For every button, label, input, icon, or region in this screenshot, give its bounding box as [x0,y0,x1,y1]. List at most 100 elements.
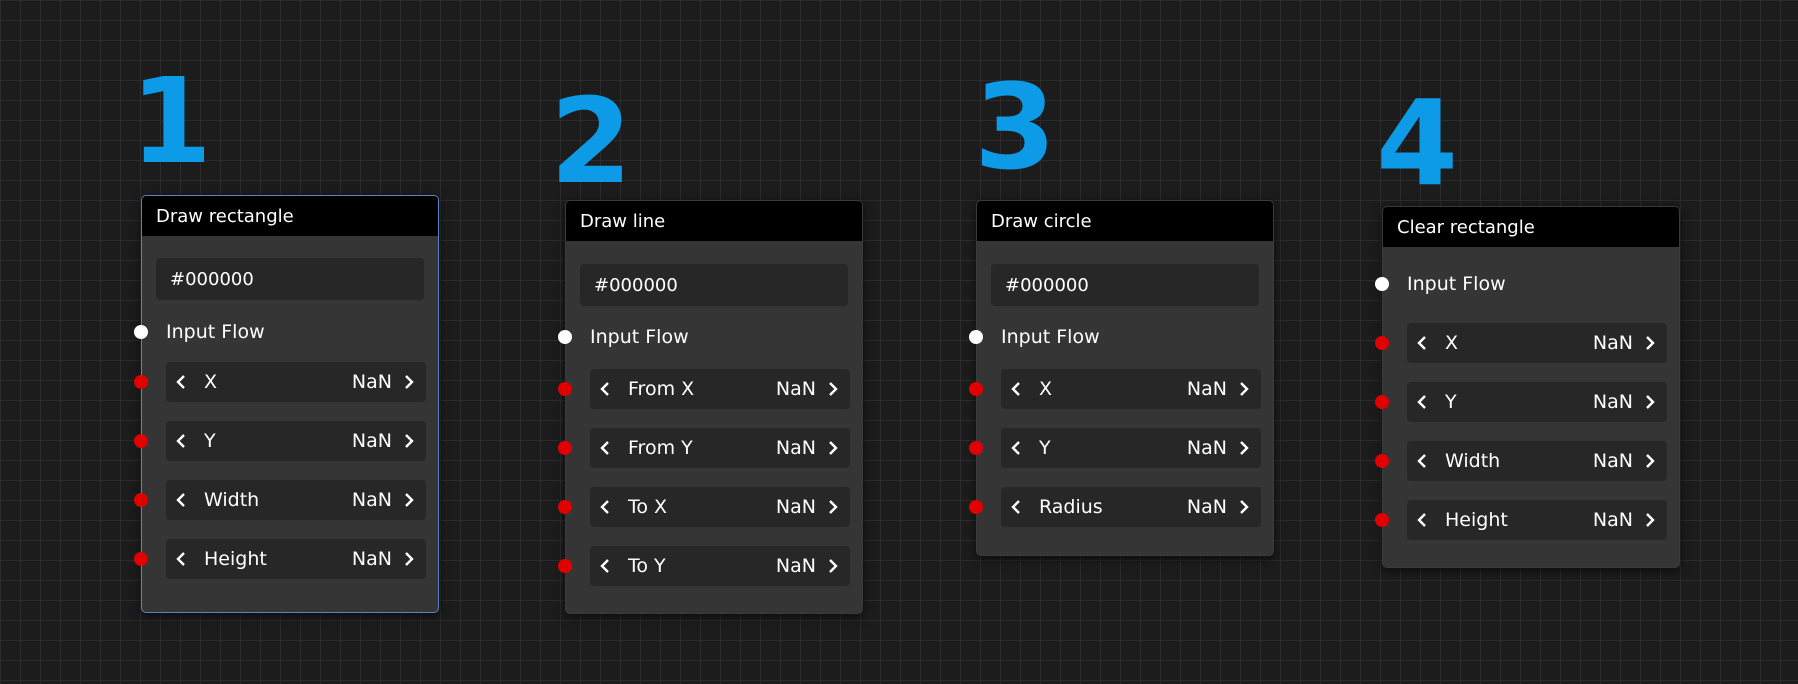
chevron-right-icon[interactable] [820,487,846,527]
node-header[interactable]: Draw line [566,201,862,241]
chevron-right-icon[interactable] [820,546,846,586]
param-value[interactable]: NaN [776,496,816,518]
input-port-icon[interactable] [558,559,572,573]
chevron-left-icon[interactable] [168,539,194,579]
y-stepper[interactable]: Y NaN [1001,428,1261,468]
param-value[interactable]: NaN [352,430,392,452]
step-number-1: 1 [130,52,212,190]
chevron-right-icon[interactable] [820,428,846,468]
chevron-left-icon[interactable] [592,546,618,586]
y-stepper[interactable]: Y NaN [1407,382,1667,422]
input-port-icon[interactable] [558,500,572,514]
param-value[interactable]: NaN [776,555,816,577]
node-header[interactable]: Draw circle [977,201,1273,241]
flow-port-icon[interactable] [558,330,572,344]
input-port-icon[interactable] [969,441,983,455]
height-stepper[interactable]: Height NaN [166,539,426,579]
chevron-left-icon[interactable] [1003,369,1029,409]
param-row-x: X NaN [969,369,1273,409]
node-editor-canvas[interactable]: 1 2 3 4 Draw rectangle #000000 Input Flo… [0,0,1798,684]
input-port-icon[interactable] [1375,513,1389,527]
param-value[interactable]: NaN [1187,496,1227,518]
chevron-left-icon[interactable] [592,487,618,527]
param-value[interactable]: NaN [352,489,392,511]
node-draw-rectangle[interactable]: Draw rectangle #000000 Input Flow X NaN [134,195,439,613]
input-port-icon[interactable] [558,441,572,455]
chevron-right-icon[interactable] [1637,323,1663,363]
chevron-right-icon[interactable] [1231,369,1257,409]
color-field[interactable]: #000000 [991,264,1259,306]
chevron-right-icon[interactable] [396,539,422,579]
chevron-left-icon[interactable] [168,362,194,402]
param-value[interactable]: NaN [776,437,816,459]
param-value[interactable]: NaN [1187,378,1227,400]
input-port-icon[interactable] [1375,336,1389,350]
param-value[interactable]: NaN [1593,391,1633,413]
chevron-left-icon[interactable] [1409,382,1435,422]
flow-port-icon[interactable] [134,325,148,339]
param-label: X [1445,332,1459,354]
param-value[interactable]: NaN [1593,450,1633,472]
param-row-y: Y NaN [969,428,1273,468]
input-port-icon[interactable] [1375,454,1389,468]
flow-port-icon[interactable] [969,330,983,344]
param-value[interactable]: NaN [1187,437,1227,459]
chevron-left-icon[interactable] [592,428,618,468]
input-port-icon[interactable] [134,375,148,389]
chevron-left-icon[interactable] [168,421,194,461]
color-field[interactable]: #000000 [580,264,848,306]
y-stepper[interactable]: Y NaN [166,421,426,461]
chevron-left-icon[interactable] [1003,487,1029,527]
param-value[interactable]: NaN [1593,332,1633,354]
input-flow-row: Input Flow [558,324,862,350]
chevron-right-icon[interactable] [1231,428,1257,468]
chevron-left-icon[interactable] [1409,441,1435,481]
x-stepper[interactable]: X NaN [1407,323,1667,363]
chevron-right-icon[interactable] [1637,441,1663,481]
chevron-left-icon[interactable] [168,480,194,520]
input-port-icon[interactable] [969,382,983,396]
node-draw-line[interactable]: Draw line #000000 Input Flow From X NaN [558,200,863,614]
color-field[interactable]: #000000 [156,258,424,300]
from-x-stepper[interactable]: From X NaN [590,369,850,409]
param-value[interactable]: NaN [1593,509,1633,531]
x-stepper[interactable]: X NaN [166,362,426,402]
flow-port-icon[interactable] [1375,277,1389,291]
node-header[interactable]: Draw rectangle [142,196,438,236]
input-port-icon[interactable] [558,382,572,396]
input-port-icon[interactable] [134,493,148,507]
chevron-right-icon[interactable] [396,362,422,402]
width-stepper[interactable]: Width NaN [1407,441,1667,481]
radius-stepper[interactable]: Radius NaN [1001,487,1261,527]
input-port-icon[interactable] [134,552,148,566]
width-stepper[interactable]: Width NaN [166,480,426,520]
param-value[interactable]: NaN [352,548,392,570]
height-stepper[interactable]: Height NaN [1407,500,1667,540]
chevron-right-icon[interactable] [820,369,846,409]
to-x-stepper[interactable]: To X NaN [590,487,850,527]
node-draw-circle[interactable]: Draw circle #000000 Input Flow X NaN Y N… [969,200,1274,556]
param-row-width: Width NaN [1375,441,1679,481]
from-y-stepper[interactable]: From Y NaN [590,428,850,468]
node-title: Draw circle [991,210,1092,232]
input-port-icon[interactable] [1375,395,1389,409]
node-title: Draw line [580,210,666,232]
chevron-right-icon[interactable] [396,480,422,520]
x-stepper[interactable]: X NaN [1001,369,1261,409]
chevron-left-icon[interactable] [1409,323,1435,363]
chevron-right-icon[interactable] [1637,500,1663,540]
chevron-left-icon[interactable] [1409,500,1435,540]
param-value[interactable]: NaN [352,371,392,393]
input-port-icon[interactable] [969,500,983,514]
chevron-right-icon[interactable] [396,421,422,461]
chevron-right-icon[interactable] [1637,382,1663,422]
param-row-width: Width NaN [134,480,438,520]
param-value[interactable]: NaN [776,378,816,400]
chevron-right-icon[interactable] [1231,487,1257,527]
chevron-left-icon[interactable] [1003,428,1029,468]
node-header[interactable]: Clear rectangle [1383,207,1679,247]
node-clear-rectangle[interactable]: Clear rectangle Input Flow X NaN Y NaN W… [1375,206,1680,568]
chevron-left-icon[interactable] [592,369,618,409]
to-y-stepper[interactable]: To Y NaN [590,546,850,586]
input-port-icon[interactable] [134,434,148,448]
